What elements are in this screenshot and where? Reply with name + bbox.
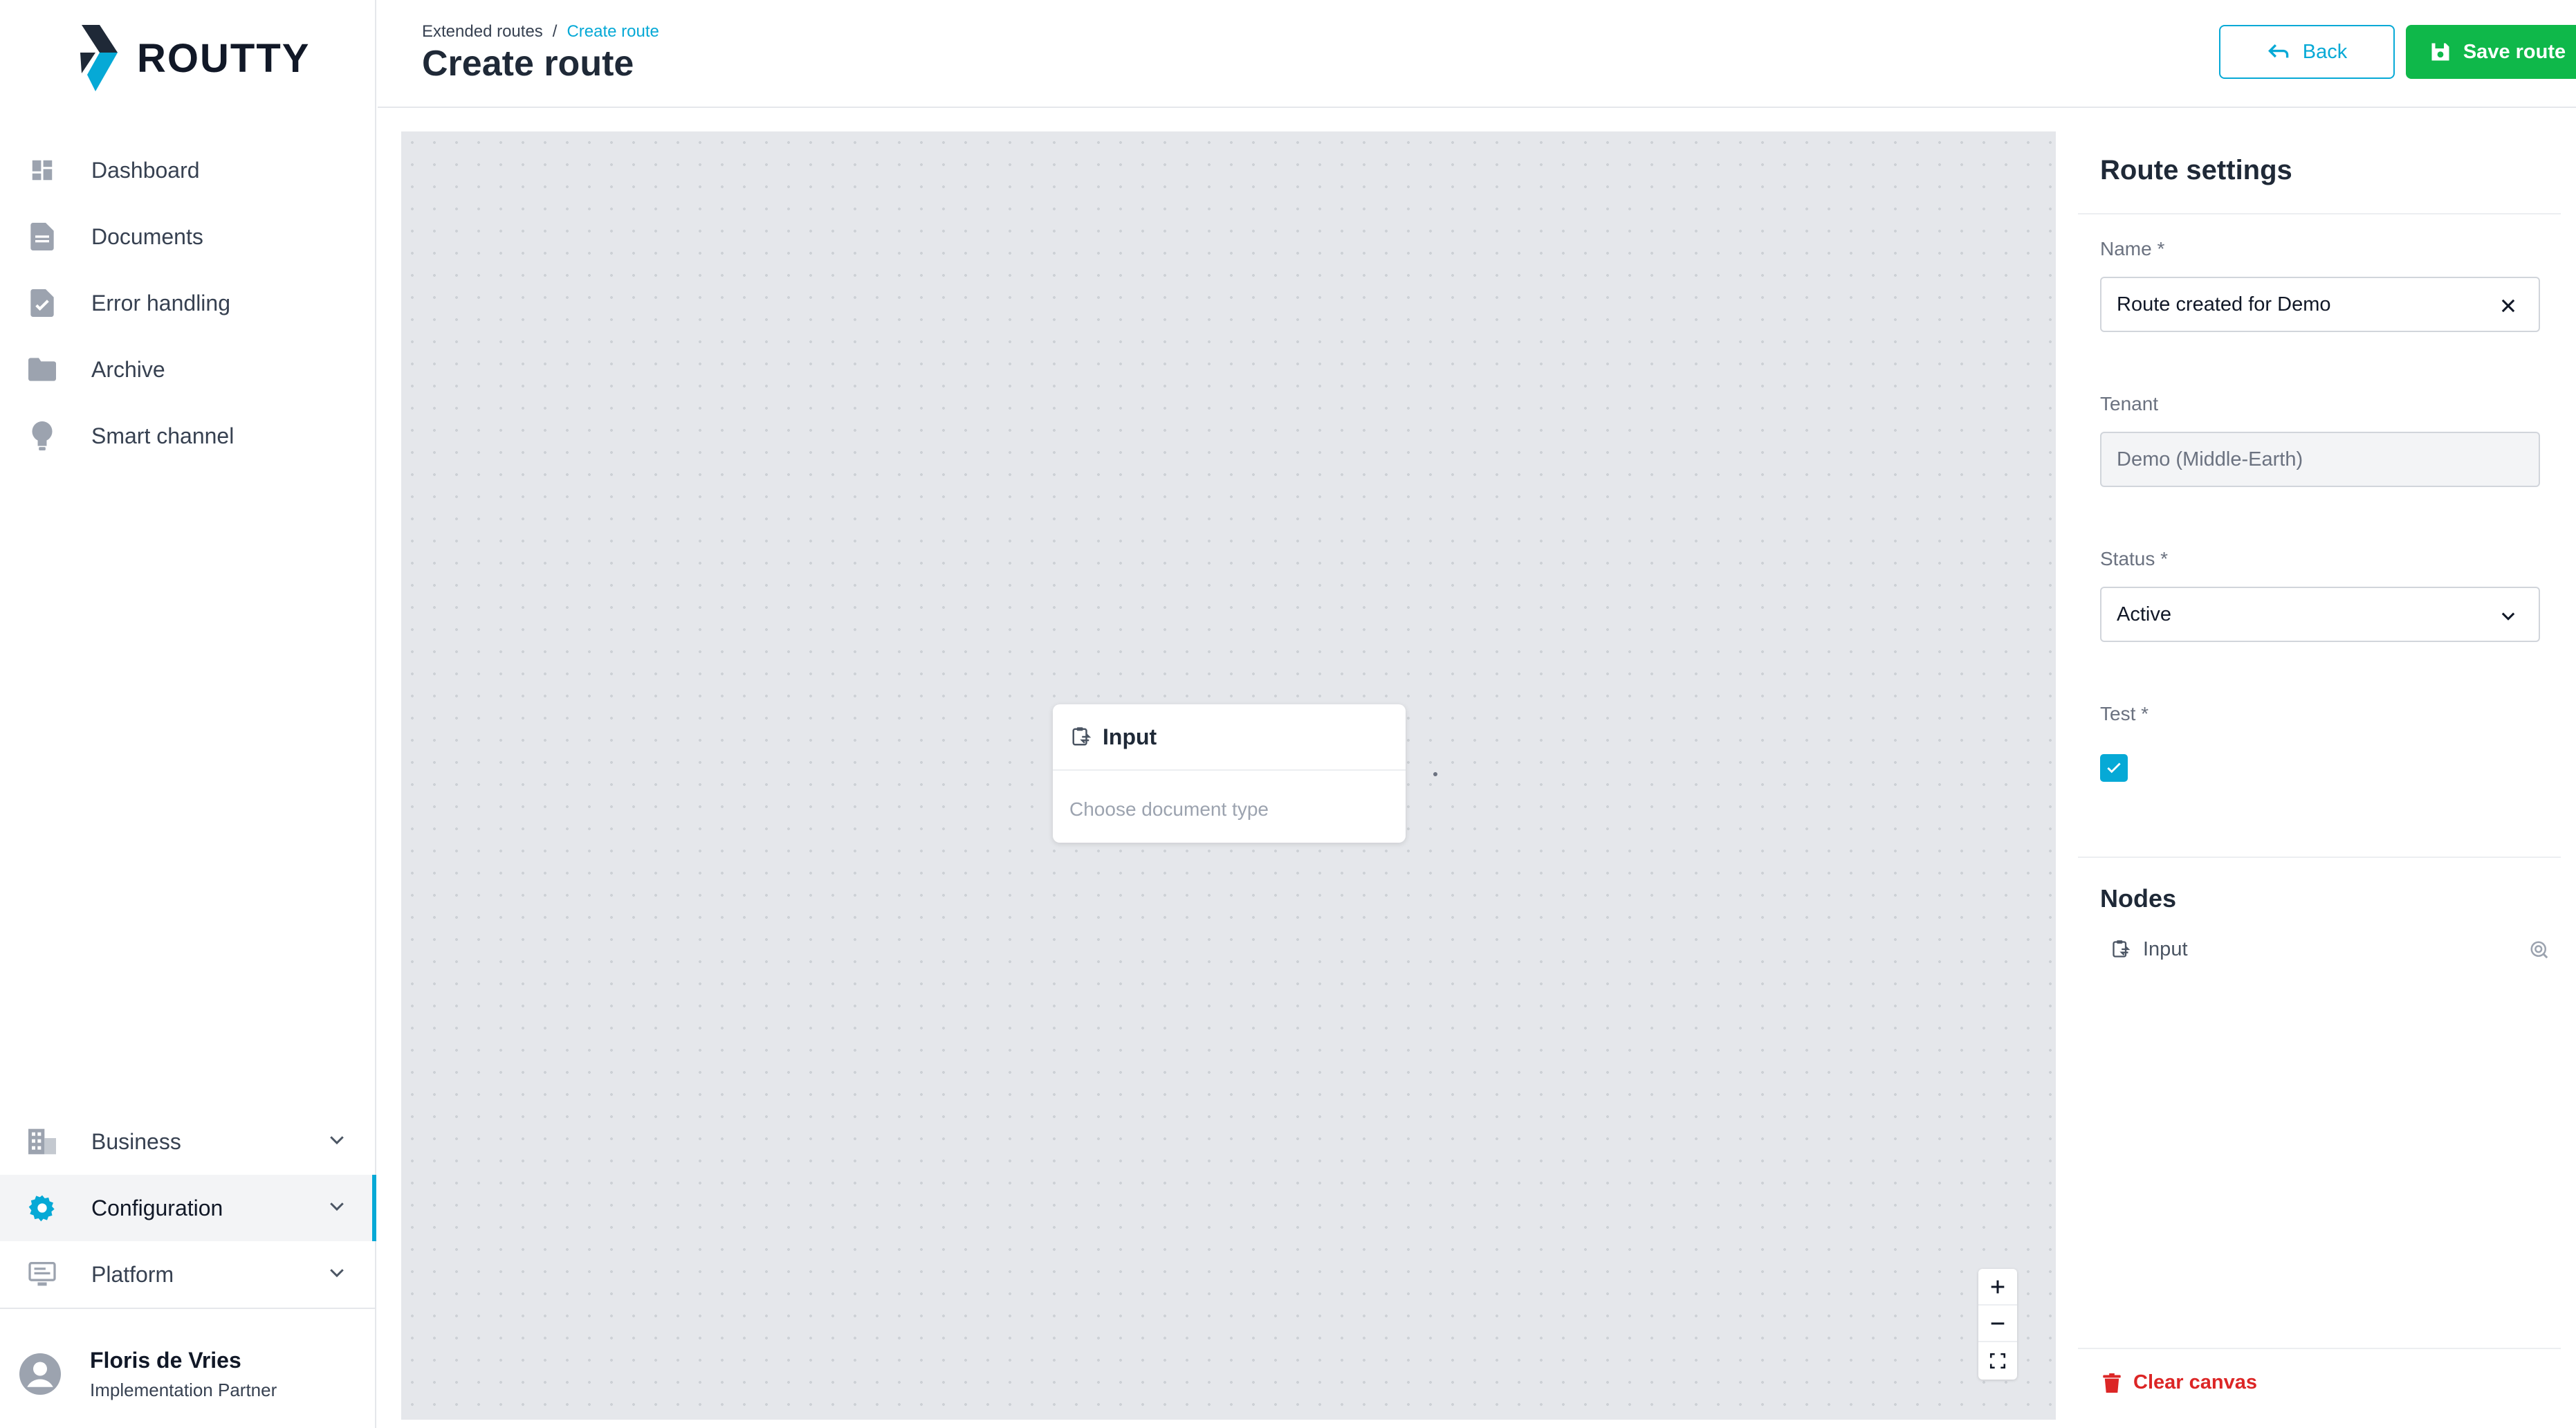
- building-icon: [28, 1127, 57, 1156]
- gear-icon: [28, 1193, 57, 1223]
- zoom-out-button[interactable]: [1978, 1306, 2017, 1342]
- user-role: Implementation Partner: [90, 1380, 277, 1400]
- main-nav: Dashboard Documents Error handling Archi…: [0, 137, 376, 469]
- name-label: Name *: [2100, 238, 2165, 259]
- test-label: Test *: [2100, 703, 2149, 724]
- node-document-type-select[interactable]: Choose document type: [1053, 771, 1406, 848]
- fit-view-button[interactable]: [1978, 1342, 2017, 1379]
- breadcrumb-item-current[interactable]: Create route: [567, 22, 659, 41]
- route-settings-panel: Route settings Name * Route created for …: [2078, 131, 2561, 1420]
- clear-icon[interactable]: [2499, 296, 2518, 321]
- document-check-icon: [28, 289, 57, 318]
- sidebar-item-documents[interactable]: Documents: [0, 203, 376, 270]
- sidebar-item-archive[interactable]: Archive: [0, 336, 376, 403]
- breadcrumb: Extended routes / Create route: [422, 22, 659, 42]
- sidebar-item-smart-channel[interactable]: Smart channel: [0, 403, 376, 469]
- chevron-down-icon: [326, 1196, 347, 1220]
- status-label: Status *: [2100, 548, 2169, 569]
- node-header: Input: [1053, 704, 1406, 771]
- node-title: Input: [1103, 724, 1157, 749]
- divider: [2078, 1348, 2561, 1349]
- lightbulb-icon: [28, 421, 57, 450]
- zoom-out-icon: [1991, 1321, 2005, 1325]
- save-button-label: Save route: [2463, 40, 2566, 63]
- sidebar-group-label: Business: [91, 1128, 181, 1154]
- user-profile[interactable]: Floris de Vries Implementation Partner: [0, 1308, 376, 1428]
- clear-canvas-button[interactable]: Clear canvas: [2103, 1371, 2257, 1394]
- save-icon: [2431, 43, 2449, 61]
- save-route-button[interactable]: Save route: [2406, 25, 2576, 79]
- zoom-controls: [1978, 1269, 2017, 1380]
- sidebar-item-label: Archive: [91, 356, 165, 382]
- zoom-in-icon: [1991, 1280, 2005, 1293]
- document-icon: [28, 222, 57, 251]
- sidebar-item-error-handling[interactable]: Error handling: [0, 270, 376, 336]
- trash-icon: [2103, 1373, 2121, 1393]
- sidebar-item-dashboard[interactable]: Dashboard: [0, 137, 376, 203]
- name-field[interactable]: Route created for Demo: [2100, 277, 2540, 332]
- fit-view-icon: [1989, 1353, 2006, 1368]
- check-icon: [2107, 762, 2121, 774]
- clipboard-swap-icon: [1072, 727, 1092, 746]
- name-field-value: Route created for Demo: [2117, 293, 2331, 315]
- node-output-handle[interactable]: [1433, 772, 1437, 776]
- sidebar-item-label: Smart channel: [91, 423, 234, 448]
- arrow-back-icon: [2267, 44, 2289, 58]
- folder-icon: [28, 355, 57, 384]
- sidebar-group-business[interactable]: Business: [0, 1108, 376, 1175]
- routty-logo-icon: [77, 25, 118, 91]
- sidebar-item-label: Error handling: [91, 290, 230, 315]
- sidebar-item-label: Dashboard: [91, 157, 200, 183]
- node-list-item[interactable]: Input: [2111, 934, 2550, 964]
- logo-text: ROUTTY: [137, 35, 311, 81]
- sidebar-group-label: Platform: [91, 1261, 174, 1287]
- tenant-label: Tenant: [2100, 393, 2159, 414]
- panel-title: Route settings: [2100, 155, 2292, 185]
- divider: [2078, 857, 2561, 858]
- locate-node-icon[interactable]: [2529, 940, 2550, 964]
- monitor-icon: [28, 1260, 57, 1289]
- zoom-in-button[interactable]: [1978, 1269, 2017, 1306]
- sidebar-item-label: Documents: [91, 223, 203, 249]
- test-checkbox[interactable]: [2100, 754, 2128, 782]
- logo[interactable]: ROUTTY: [75, 25, 310, 91]
- status-select[interactable]: Active: [2100, 587, 2540, 642]
- divider: [2078, 213, 2561, 214]
- chevron-down-icon: [326, 1262, 347, 1286]
- avatar-icon: [19, 1353, 61, 1398]
- breadcrumb-item-extended-routes[interactable]: Extended routes: [422, 22, 543, 41]
- dashboard-icon: [28, 156, 57, 185]
- sidebar: ROUTTY Dashboard Documents Error handlin…: [0, 0, 376, 1428]
- sidebar-group-platform[interactable]: Platform: [0, 1241, 376, 1308]
- page-title: Create route: [422, 44, 634, 84]
- nodes-title: Nodes: [2100, 884, 2177, 913]
- tenant-field-value: Demo (Middle-Earth): [2117, 448, 2303, 470]
- clear-canvas-label: Clear canvas: [2133, 1371, 2257, 1393]
- sidebar-group-configuration[interactable]: Configuration: [0, 1175, 376, 1241]
- breadcrumb-separator: /: [552, 22, 558, 41]
- page-header: Extended routes / Create route Create rout…: [378, 0, 2576, 108]
- clipboard-swap-icon: [2113, 940, 2131, 958]
- status-select-value: Active: [2117, 603, 2171, 625]
- back-button[interactable]: Back: [2219, 25, 2395, 79]
- app-root: ROUTTY Dashboard Documents Error handlin…: [0, 0, 2576, 1428]
- input-node[interactable]: Input Choose document type: [1053, 704, 1406, 843]
- tenant-field: Demo (Middle-Earth): [2100, 432, 2540, 487]
- sidebar-group-label: Configuration: [91, 1195, 223, 1220]
- chevron-down-icon: [326, 1129, 347, 1153]
- chevron-down-icon: [2499, 606, 2518, 631]
- back-button-label: Back: [2302, 40, 2348, 63]
- node-list-label: Input: [2143, 937, 2188, 960]
- user-name: Floris de Vries: [90, 1348, 241, 1373]
- route-canvas[interactable]: Input Choose document type: [401, 131, 2056, 1420]
- nav-groups: Business Configuration Platform: [0, 1108, 376, 1308]
